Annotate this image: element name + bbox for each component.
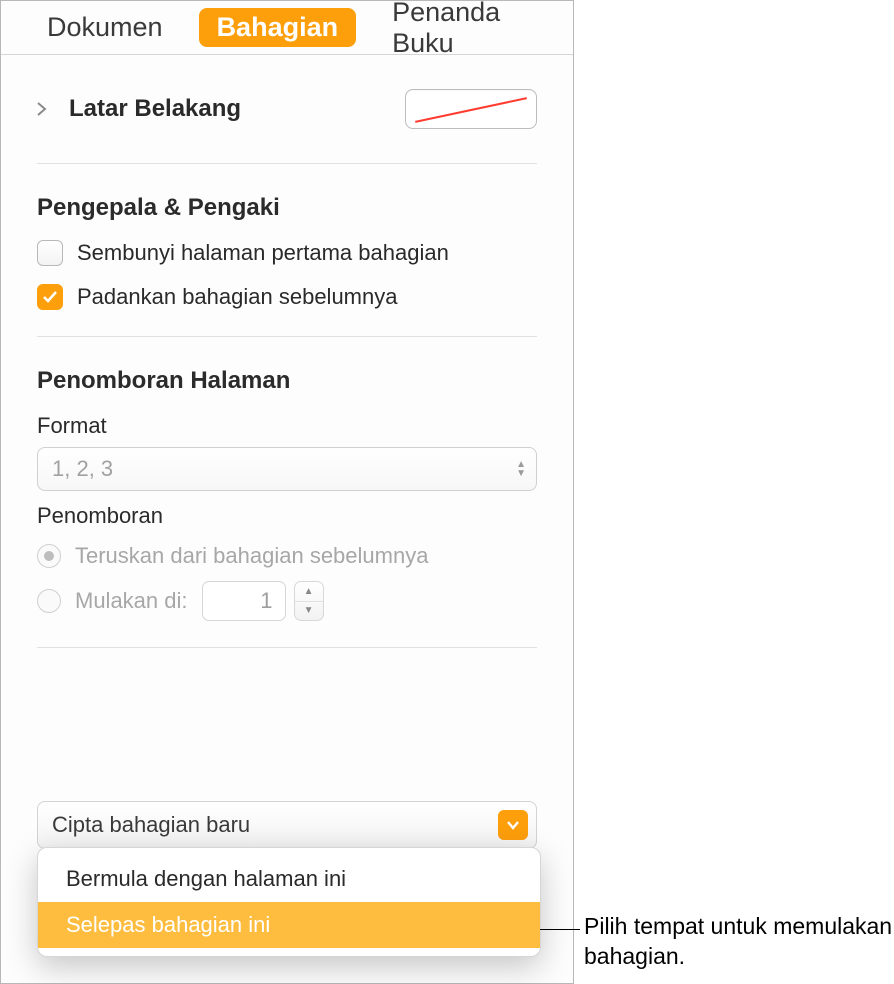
continue-radio[interactable]: [37, 544, 61, 568]
tab-bahagian[interactable]: Bahagian: [199, 8, 357, 47]
format-label: Format: [37, 413, 537, 439]
page-numbering-heading: Penomboran Halaman: [37, 367, 537, 395]
divider: [37, 163, 537, 164]
updown-icon: ▲▼: [516, 461, 526, 478]
menu-item-start-here[interactable]: Bermula dengan halaman ini: [38, 856, 540, 902]
match-previous-checkbox-row[interactable]: Padankan bahagian sebelumnya: [37, 284, 537, 310]
inspector-panel: Dokumen Bahagian Penanda Buku Latar Bela…: [0, 0, 574, 984]
stepper-down[interactable]: ▼: [295, 602, 323, 621]
header-footer-heading: Pengepala & Pengaki: [37, 194, 537, 222]
create-section-menu: Bermula dengan halaman ini Selepas bahag…: [37, 847, 541, 957]
start-at-radio-row[interactable]: Mulakan di: ▲ ▼: [37, 581, 537, 621]
create-section-label: Cipta bahagian baru: [52, 812, 250, 838]
hide-first-page-checkbox-row[interactable]: Sembunyi halaman pertama bahagian: [37, 240, 537, 266]
callout-text: Pilih tempat untuk memulakan bahagian.: [584, 912, 894, 972]
format-select[interactable]: 1, 2, 3 ▲▼: [37, 447, 537, 491]
background-color-well[interactable]: [405, 89, 537, 129]
background-label: Latar Belakang: [69, 95, 241, 123]
menu-item-after-this[interactable]: Selepas bahagian ini: [38, 902, 540, 948]
format-value: 1, 2, 3: [52, 456, 113, 482]
background-disclosure[interactable]: Latar Belakang: [37, 95, 241, 123]
match-previous-checkbox[interactable]: [37, 284, 63, 310]
stepper-up[interactable]: ▲: [295, 582, 323, 602]
start-at-input[interactable]: [202, 581, 286, 621]
divider: [37, 647, 537, 648]
start-at-radio-label: Mulakan di:: [75, 588, 188, 614]
continue-radio-row[interactable]: Teruskan dari bahagian sebelumnya: [37, 543, 537, 569]
start-at-radio[interactable]: [37, 589, 61, 613]
callout: Pilih tempat untuk memulakan bahagian.: [540, 922, 541, 923]
chevron-right-icon: [37, 96, 51, 122]
chevron-down-icon: [498, 810, 528, 840]
hide-first-page-checkbox[interactable]: [37, 240, 63, 266]
hide-first-page-label: Sembunyi halaman pertama bahagian: [77, 240, 449, 266]
divider: [37, 336, 537, 337]
tab-dokumen[interactable]: Dokumen: [29, 8, 181, 47]
continue-radio-label: Teruskan dari bahagian sebelumnya: [75, 543, 428, 569]
match-previous-label: Padankan bahagian sebelumnya: [77, 284, 397, 310]
create-section-button[interactable]: Cipta bahagian baru: [37, 801, 537, 849]
callout-line: [540, 929, 580, 930]
tab-bar: Dokumen Bahagian Penanda Buku: [1, 1, 573, 55]
numbering-label: Penomboran: [37, 503, 537, 529]
tab-penanda-buku[interactable]: Penanda Buku: [374, 0, 545, 63]
start-at-stepper[interactable]: ▲ ▼: [294, 581, 324, 621]
